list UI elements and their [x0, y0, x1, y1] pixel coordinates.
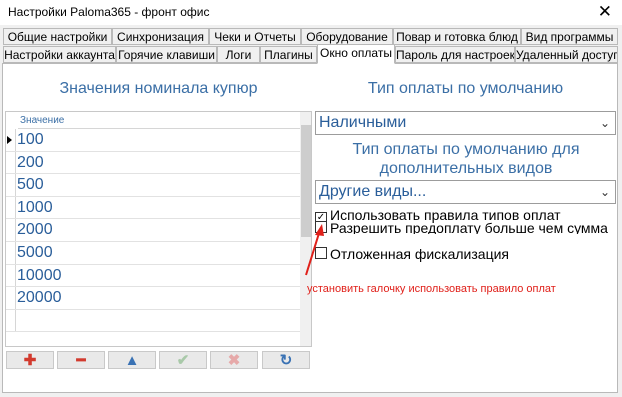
- tab-account-settings[interactable]: Настройки аккаунта: [3, 46, 116, 63]
- table-row[interactable]: [6, 309, 301, 333]
- close-icon[interactable]: ✕: [598, 2, 612, 22]
- denominations-grid: Значение 100 200 500 1000 2000 5000 1000…: [5, 111, 312, 347]
- row-indicator: [6, 241, 16, 264]
- row-indicator: [6, 196, 16, 219]
- table-row[interactable]: 100: [6, 129, 301, 152]
- row-indicator: [6, 219, 16, 241]
- row-value: 10000: [17, 266, 62, 284]
- table-row[interactable]: 10000: [6, 264, 301, 288]
- deferred-fiscalization-checkbox[interactable]: Отложенная фискализация: [315, 246, 509, 262]
- row-value: 100: [17, 131, 44, 148]
- refresh-button[interactable]: ↻: [262, 351, 310, 369]
- remove-button[interactable]: ━: [57, 351, 105, 369]
- extra-payment-type-heading: Тип оплаты по умолчанию для дополнительн…: [352, 141, 580, 177]
- row-indicator: [6, 129, 16, 151]
- extra-payment-type-value: Другие виды...: [319, 183, 427, 200]
- column-header-value[interactable]: Значение: [18, 112, 305, 129]
- row-value: 2000: [17, 221, 53, 239]
- current-row-arrow-icon: [7, 136, 12, 144]
- cancel-button[interactable]: ✖: [210, 351, 258, 369]
- row-value: 1000: [17, 198, 53, 216]
- confirm-button[interactable]: ✔: [159, 351, 207, 369]
- row-indicator: [6, 287, 16, 309]
- row-indicator: [6, 264, 16, 287]
- row-value: 200: [17, 153, 44, 171]
- row-value: 500: [17, 176, 44, 194]
- payment-type-select[interactable]: Наличными ⌄: [315, 111, 616, 135]
- move-up-button[interactable]: ▲: [108, 351, 156, 369]
- row-indicator: [6, 174, 16, 196]
- row-indicator: [6, 151, 16, 174]
- tab-plugins[interactable]: Плагины: [260, 46, 317, 63]
- window-title: Настройки Paloma365 - фронт офис: [8, 5, 210, 19]
- tab-hotkeys[interactable]: Горячие клавиши: [116, 46, 217, 63]
- tab-payment-window[interactable]: Окно оплаты: [317, 44, 395, 64]
- row-value: 5000: [17, 243, 53, 261]
- chevron-down-icon[interactable]: ⌄: [600, 112, 610, 134]
- payment-type-value: Наличными: [319, 114, 407, 131]
- table-row[interactable]: 200: [6, 151, 301, 175]
- tab-remote-access[interactable]: Удаленный доступ: [515, 46, 618, 63]
- table-row[interactable]: 500: [6, 174, 301, 197]
- tab-sync[interactable]: Синхронизация: [112, 28, 209, 45]
- add-button[interactable]: ✚: [6, 351, 54, 369]
- tab-general-settings[interactable]: Общие настройки: [3, 28, 112, 45]
- tab-view[interactable]: Вид программы: [521, 28, 618, 45]
- payment-type-heading: Тип оплаты по умолчанию: [367, 80, 564, 97]
- chevron-down-icon[interactable]: ⌄: [600, 181, 610, 203]
- annotation-arrow-icon: [305, 224, 324, 276]
- table-row[interactable]: 5000: [6, 241, 301, 265]
- scrollbar-thumb[interactable]: [301, 125, 311, 237]
- table-row[interactable]: 20000: [6, 287, 301, 310]
- table-row[interactable]: 2000: [6, 219, 301, 242]
- checkbox-label: Отложенная фискализация: [330, 246, 509, 262]
- row-value: 20000: [17, 289, 62, 307]
- denominations-heading: Значения номинала купюр: [59, 80, 258, 97]
- grid-rows: 100 200 500 1000 2000 5000 10000 20000: [6, 129, 301, 333]
- annotation-text: установить галочку использовать правило …: [307, 283, 556, 295]
- checkbox-label: Разрешить предоплату больше чем сумма че…: [330, 221, 608, 234]
- tab-settings-password[interactable]: Пароль для настроек: [395, 46, 515, 63]
- row-indicator: [6, 309, 16, 332]
- extra-payment-type-select[interactable]: Другие виды... ⌄: [315, 180, 616, 204]
- title-bar: Настройки Paloma365 - фронт офис ✕: [0, 0, 622, 25]
- tab-cook[interactable]: Повар и готовка блюд: [393, 28, 521, 45]
- tab-logs[interactable]: Логи: [217, 46, 260, 63]
- table-row[interactable]: 1000: [6, 196, 301, 220]
- tab-equipment[interactable]: Оборудование: [301, 28, 393, 45]
- tab-checks-reports[interactable]: Чеки и Отчеты: [209, 28, 301, 45]
- allow-prepayment-checkbox[interactable]: Разрешить предоплату больше чем сумма че…: [315, 221, 622, 234]
